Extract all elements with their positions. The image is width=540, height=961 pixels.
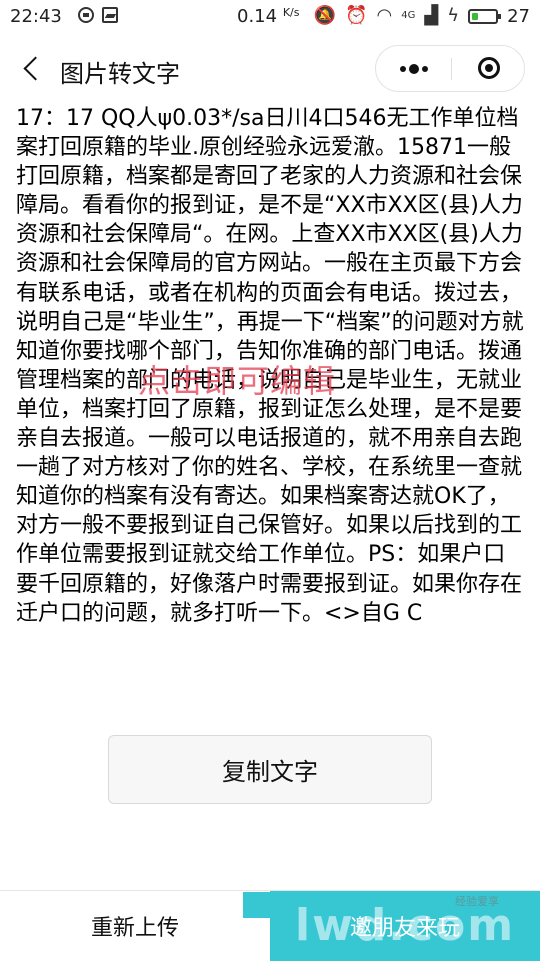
mute-icon: 🔕 bbox=[313, 5, 337, 26]
invite-friends-button[interactable]: 邀朋友来玩 bbox=[270, 891, 540, 961]
status-bar: 22:43 0.14 K/s 🔕 ⏰ ◠ 4G ▟ ϟ 27 bbox=[0, 0, 540, 34]
page-title: 图片转文字 bbox=[60, 60, 180, 88]
battery-level: 27 bbox=[507, 5, 530, 27]
image-notification-icon bbox=[102, 7, 118, 23]
battery-icon bbox=[468, 8, 502, 24]
net-speed-value: 0.14 bbox=[237, 6, 278, 27]
nav-bar: 图片转文字 bbox=[0, 34, 540, 104]
recognized-text[interactable]: 17：17 QQ人ψ0.03*/sa日川4口546无工作单位档案打回原籍的毕业.… bbox=[16, 104, 524, 628]
watermark-stripe bbox=[243, 892, 273, 918]
alarm-icon: ⏰ bbox=[345, 5, 368, 26]
charging-icon: ϟ bbox=[447, 5, 460, 26]
close-circle-icon bbox=[478, 57, 500, 79]
net-speed-unit: K/s bbox=[282, 6, 300, 19]
more-button[interactable] bbox=[376, 46, 451, 91]
notification-icons bbox=[78, 7, 118, 23]
more-dots-icon-center bbox=[409, 64, 419, 74]
battery-fill bbox=[472, 12, 479, 20]
reupload-button[interactable]: 重新上传 bbox=[0, 891, 270, 961]
close-miniprogram-button[interactable] bbox=[452, 46, 524, 91]
back-button[interactable] bbox=[18, 54, 48, 84]
network-type: 4G bbox=[401, 10, 416, 21]
copy-text-button[interactable]: 复制文字 bbox=[108, 735, 432, 804]
more-dots-icon bbox=[400, 66, 406, 72]
more-dots-icon-right bbox=[422, 66, 428, 72]
net-speed: 0.14 K/s bbox=[237, 6, 299, 27]
notification-icon bbox=[78, 7, 94, 23]
miniprogram-capsule bbox=[375, 45, 525, 92]
signal-icon: ▟ bbox=[424, 5, 439, 26]
wifi-icon: ◠ bbox=[376, 5, 393, 26]
status-time: 22:43 bbox=[10, 6, 62, 27]
status-right-icons: 🔕 ⏰ ◠ 4G ▟ ϟ 27 bbox=[314, 5, 530, 27]
